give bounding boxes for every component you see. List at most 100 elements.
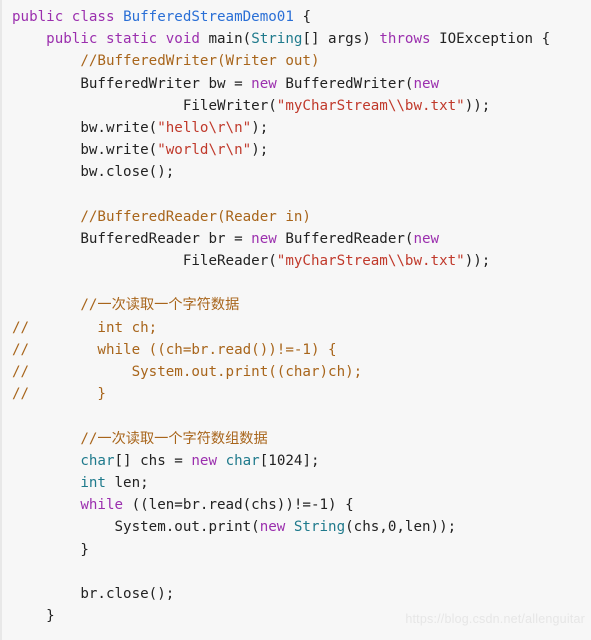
- code-line: int len;: [12, 472, 591, 494]
- code-token-pln: ));: [464, 253, 491, 270]
- code-token-cmt: // System.out.print((char)ch);: [12, 364, 363, 380]
- code-line: //一次读取一个字符数组数据: [12, 428, 591, 450]
- code-block[interactable]: public class BufferedStreamDemo01 { publ…: [2, 6, 591, 627]
- code-token-kw: new: [251, 230, 277, 247]
- code-line: //一次读取一个字符数据: [12, 294, 591, 316]
- code-line: // }: [12, 383, 591, 405]
- code-token-kw: new: [413, 75, 440, 92]
- code-token-pln: BufferedWriter(: [276, 75, 414, 92]
- code-token-pln: }: [12, 541, 89, 558]
- code-line: //BufferedReader(Reader in): [12, 206, 591, 228]
- code-token-kw: new: [191, 452, 218, 469]
- code-token-pln: (chs,0,len));: [345, 519, 457, 536]
- code-token-kw: class: [71, 9, 115, 25]
- code-line: BufferedReader br = new BufferedReader(n…: [12, 228, 591, 250]
- code-token-pln: [12, 453, 80, 469]
- code-token-pln: {: [293, 9, 311, 25]
- code-token-kw: new: [251, 75, 277, 92]
- code-token-cls: BufferedStreamDemo01: [123, 9, 294, 25]
- code-line: //BufferedWriter(Writer out): [12, 50, 591, 72]
- code-line: }: [12, 539, 591, 561]
- code-token-kw: new: [259, 519, 286, 536]
- code-token-pln: FileReader(: [12, 253, 277, 270]
- code-token-cmt: // while ((ch=br.read())!=-1) {: [12, 341, 337, 358]
- code-token-pln: ));: [464, 97, 491, 114]
- code-token-pln: [217, 453, 226, 469]
- code-token-pln: [115, 9, 124, 25]
- code-line: bw.write("hello\r\n");: [12, 117, 591, 139]
- code-line: // while ((ch=br.read())!=-1) {: [12, 339, 591, 361]
- code-token-type: char: [80, 452, 115, 469]
- code-token-type: String: [293, 519, 346, 536]
- code-token-pln: IOException {: [430, 31, 551, 48]
- code-token-kw: public: [46, 31, 98, 48]
- code-line: // System.out.print((char)ch);: [12, 361, 591, 383]
- code-line: FileReader("myCharStream\\bw.txt"));: [12, 250, 591, 272]
- code-token-str: "myCharStream\\bw.txt": [276, 97, 465, 114]
- code-token-pln: [] chs =: [114, 452, 192, 469]
- code-line: bw.close();: [12, 161, 591, 183]
- code-token-pln: [12, 497, 80, 513]
- code-token-str: "hello\r\n": [157, 119, 252, 136]
- code-token-str: "myCharStream\\bw.txt": [276, 253, 465, 270]
- code-token-pln: bw.close();: [12, 164, 175, 181]
- watermark-url: https://blog.csdn.net/allenguitar: [405, 612, 585, 626]
- code-token-pln: len;: [105, 474, 149, 491]
- code-token-cmt: //BufferedWriter(Writer out): [80, 53, 320, 70]
- code-token-pln: ((len=br.read(chs))!=-1) {: [123, 497, 354, 514]
- code-token-pln: BufferedReader(: [276, 230, 414, 247]
- code-token-pln: [12, 31, 46, 47]
- code-token-pln: FileWriter(: [12, 97, 277, 114]
- code-token-pln: [12, 297, 80, 313]
- code-token-cmt: //一次读取一个字符数据: [80, 297, 240, 314]
- code-token-pln: [63, 9, 72, 25]
- code-line: br.close();: [12, 583, 591, 605]
- code-token-pln: );: [251, 142, 269, 159]
- code-token-pln: [97, 31, 106, 47]
- code-token-kw: static: [105, 31, 158, 48]
- code-token-pln: }: [12, 608, 55, 625]
- code-token-kw: public: [12, 9, 64, 25]
- code-token-cmt: //BufferedReader(Reader in): [80, 208, 311, 225]
- code-token-pln: [12, 431, 80, 447]
- code-token-pln: System.out.print(: [12, 519, 260, 536]
- code-line: public class BufferedStreamDemo01 {: [12, 6, 591, 28]
- code-viewer: public class BufferedStreamDemo01 { publ…: [0, 0, 591, 640]
- code-token-pln: [12, 53, 80, 69]
- code-token-cmt: // }: [12, 386, 106, 403]
- code-token-pln: [] args): [302, 31, 380, 48]
- code-line: public static void main(String[] args) t…: [12, 28, 591, 50]
- code-token-cmt: // int ch;: [12, 319, 158, 336]
- code-line: BufferedWriter bw = new BufferedWriter(n…: [12, 73, 591, 95]
- code-token-cmt: //一次读取一个字符数组数据: [80, 430, 268, 447]
- code-token-pln: bw.write(: [12, 119, 158, 136]
- code-token-kw: void: [165, 31, 200, 48]
- code-token-pln: [157, 31, 166, 47]
- code-line: char[] chs = new char[1024];: [12, 450, 591, 472]
- code-token-type: int: [80, 474, 106, 491]
- code-line: System.out.print(new String(chs,0,len));: [12, 516, 591, 538]
- code-line: FileWriter("myCharStream\\bw.txt"));: [12, 95, 591, 117]
- code-token-kw: throws: [379, 31, 431, 48]
- code-token-kw: while: [80, 497, 124, 514]
- code-line: bw.write("world\r\n");: [12, 139, 591, 161]
- code-token-pln: BufferedWriter bw =: [12, 75, 252, 92]
- code-token-pln: br.close();: [12, 585, 175, 602]
- code-token-pln: bw.write(: [12, 142, 158, 159]
- code-token-pln: );: [251, 119, 269, 136]
- code-line: while ((len=br.read(chs))!=-1) {: [12, 494, 591, 516]
- code-token-kw: new: [413, 230, 440, 247]
- code-token-pln: [1024];: [259, 452, 320, 469]
- code-token-pln: main(: [199, 31, 252, 48]
- code-token-pln: BufferedReader br =: [12, 230, 252, 247]
- code-line: // int ch;: [12, 317, 591, 339]
- code-token-pln: [285, 519, 294, 535]
- code-token-str: "world\r\n": [157, 142, 252, 159]
- code-token-pln: [12, 209, 80, 225]
- code-token-type: char: [225, 452, 260, 469]
- code-token-type: String: [251, 31, 303, 48]
